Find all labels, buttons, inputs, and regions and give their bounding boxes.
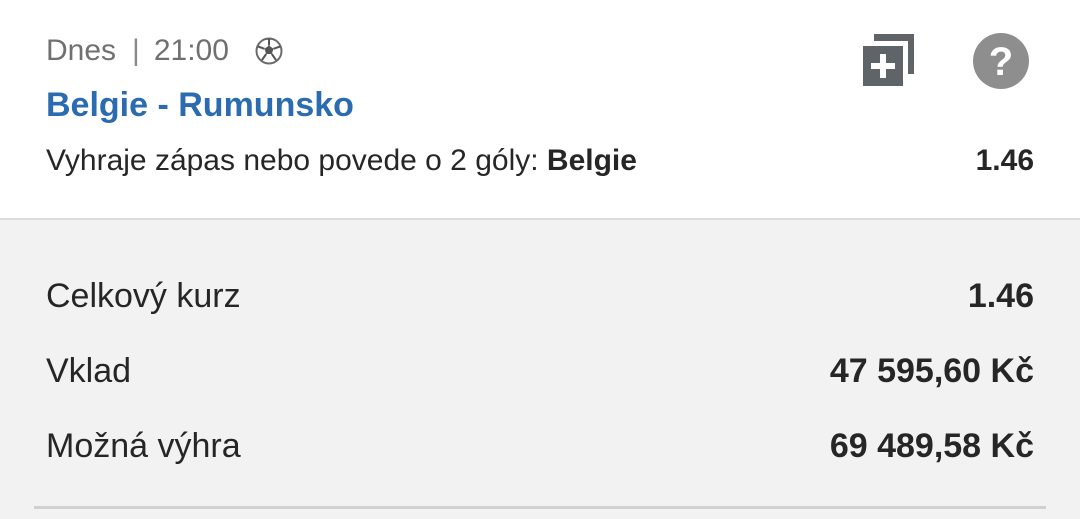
total-odds-value: 1.46 [967,276,1034,315]
match-title[interactable]: Belgie - Rumunsko [46,86,354,125]
help-icon: ? [973,33,1029,89]
event-meta: Dnes | 21:00 [46,32,283,70]
total-odds-label: Celkový kurz [46,276,241,315]
possible-win-label: Možná výhra [46,426,241,465]
stake-row: Vklad 47 595,60 Kč [46,349,1034,393]
meta-separator: | [132,34,140,67]
copy-bet-button[interactable] [860,32,918,90]
event-time: 21:00 [153,34,229,67]
stake-label: Vklad [46,351,132,390]
event-day: Dnes [46,34,117,67]
total-odds-row: Celkový kurz 1.46 [46,274,1034,318]
market-label: Vyhraje zápas nebo povede o 2 góly: [46,144,547,177]
possible-win-value: 69 489,58 Kč [829,426,1034,465]
bet-card: Dnes | 21:00 Belgie - Rumunsko Vyhraje z… [0,0,1080,220]
help-glyph: ? [989,40,1013,84]
possible-win-row: Možná výhra 69 489,58 Kč [46,424,1034,468]
divider [34,506,1046,509]
help-button[interactable]: ? [972,32,1030,90]
copy-add-icon [863,34,914,86]
pick-label: Belgie [546,144,637,177]
soccer-ball-icon [255,37,283,65]
selection-odd: 1.46 [975,144,1034,177]
bet-selection: Vyhraje zápas nebo povede o 2 góly: Belg… [46,144,637,178]
stake-value: 47 595,60 Kč [829,351,1034,390]
